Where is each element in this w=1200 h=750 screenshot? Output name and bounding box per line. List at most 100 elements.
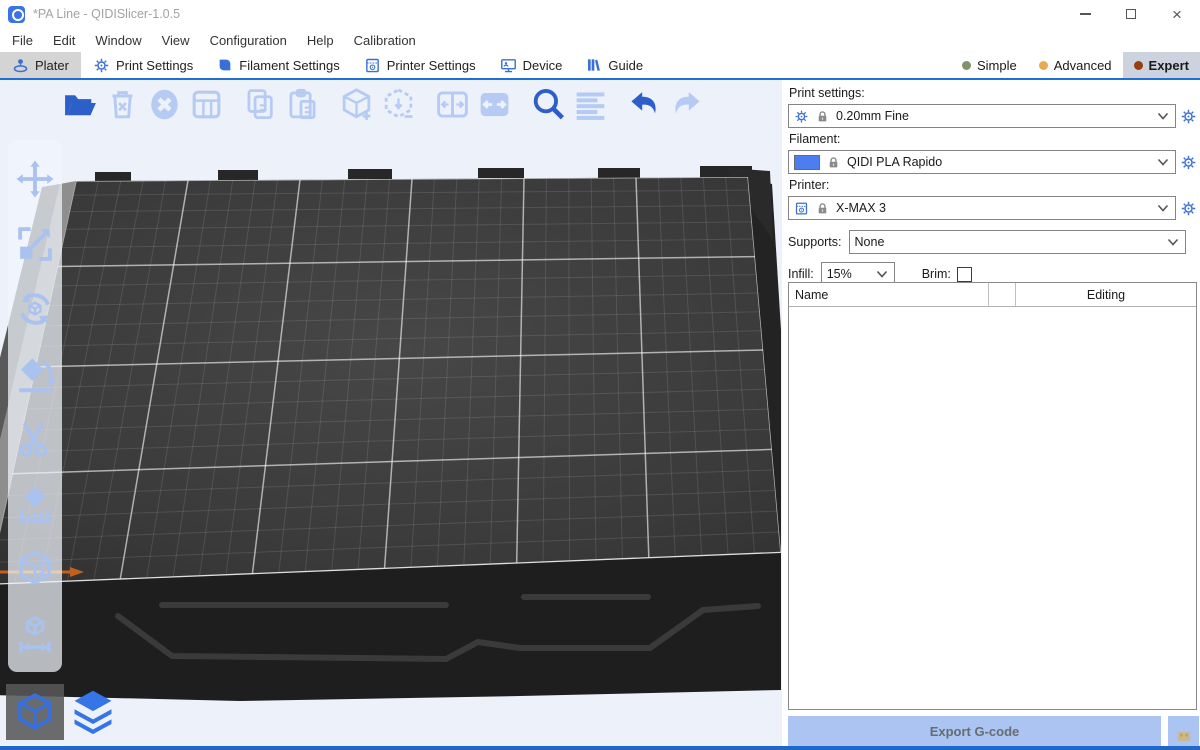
paste-icon[interactable] [284,86,321,123]
app-logo-icon [8,6,25,23]
menu-configuration[interactable]: Configuration [200,33,297,48]
main-area: Print settings: 0.20mm Fine [0,80,1200,746]
viewport-3d[interactable] [0,80,782,746]
filament-gear-button[interactable] [1176,150,1200,174]
menu-calibration[interactable]: Calibration [344,33,426,48]
print-bed-surface [0,177,781,585]
chevron-down-icon [876,269,888,279]
open-icon[interactable] [62,86,99,123]
close-button[interactable]: × [1154,0,1200,28]
delete-all-icon[interactable] [146,86,183,123]
gear-icon [93,57,110,74]
tab-filament-settings[interactable]: Filament Settings [205,52,351,78]
minimize-button[interactable] [1062,0,1108,28]
chevron-down-icon [1167,237,1179,247]
delete-icon[interactable] [104,86,141,123]
close-icon: × [1172,6,1182,23]
filament-combo[interactable]: QIDI PLA Rapido [788,150,1176,174]
lock-icon [827,156,840,169]
chevron-down-icon [1157,157,1169,167]
mode-expert[interactable]: Expert [1123,52,1200,78]
column-header-editing: Editing [1016,288,1196,302]
tab-guide[interactable]: Guide [574,52,655,78]
chevron-down-icon [1157,203,1169,213]
mode-advanced[interactable]: Advanced [1028,52,1123,78]
preview-layers-icon [70,688,116,736]
seam-icon[interactable] [14,548,56,590]
menu-window[interactable]: Window [85,33,151,48]
split-objects-icon[interactable] [434,86,471,123]
supports-icon[interactable] [14,483,56,525]
tab-plater[interactable]: Plater [0,52,81,78]
menu-bar: File Edit Window View Configuration Help… [0,28,1200,52]
print-settings-value: 0.20mm Fine [836,109,909,123]
tab-device[interactable]: Device [488,52,575,78]
settings-panel: Print settings: 0.20mm Fine [782,80,1200,746]
preview-layers-button[interactable] [64,684,122,740]
undo-icon[interactable] [626,86,663,123]
objects-list: Name Editing [788,282,1197,710]
column-header-name: Name [789,288,988,302]
move-icon[interactable] [14,158,56,200]
menu-file[interactable]: File [2,33,43,48]
print-settings-label: Print settings: [789,86,1200,101]
redo-icon[interactable] [668,86,705,123]
gizmo-toolbar [8,140,62,672]
gear-icon [1180,154,1197,171]
supports-label: Supports: [788,235,842,249]
maximize-button[interactable] [1108,0,1154,28]
tab-print-settings[interactable]: Print Settings [81,52,205,78]
window-title: *PA Line - QIDISlicer-1.0.5 [33,7,180,21]
lock-icon [816,202,829,215]
column-header-blank [988,283,1016,306]
minimize-icon [1080,13,1091,15]
copy-icon[interactable] [242,86,279,123]
scale-icon[interactable] [14,223,56,265]
print-settings-gear-button[interactable] [1176,104,1200,128]
filament-color-swatch [794,155,820,170]
brim-label: Brim: [922,267,951,281]
gear-icon [1180,200,1197,217]
export-gcode-button[interactable]: Export G-code [788,716,1161,746]
measure-icon[interactable] [14,613,56,655]
split-parts-icon[interactable] [476,86,513,123]
printer-label: Printer: [789,178,1200,193]
add-instance-icon[interactable] [338,86,375,123]
tab-bar: Plater Print Settings Filament Settings … [0,52,1200,80]
filament-value: QIDI PLA Rapido [847,155,942,169]
advanced-mode-dot-icon [1039,61,1048,70]
infill-value: 15% [827,267,852,281]
printer-value: X-MAX 3 [836,201,886,215]
objects-list-header: Name Editing [789,283,1196,307]
cut-icon[interactable] [14,418,56,460]
export-row: Export G-code [788,716,1200,746]
brim-checkbox[interactable] [957,267,972,282]
view-mode-buttons [6,684,122,740]
printer-combo[interactable]: X-MAX 3 [788,196,1176,220]
search-icon[interactable] [530,86,567,123]
supports-value: None [855,235,885,249]
remove-instance-icon[interactable] [380,86,417,123]
print-settings-combo[interactable]: 0.20mm Fine [788,104,1176,128]
chevron-down-icon [1157,111,1169,121]
menu-view[interactable]: View [152,33,200,48]
export-to-sd-button[interactable] [1168,716,1199,746]
maximize-icon [1126,9,1136,19]
mode-selector: Simple Advanced Expert [951,52,1200,78]
variable-layer-height-icon[interactable] [572,86,609,123]
lock-icon [816,110,829,123]
gear-icon [794,109,809,124]
menu-help[interactable]: Help [297,33,344,48]
menu-edit[interactable]: Edit [43,33,85,48]
supports-combo[interactable]: None [849,230,1186,254]
mode-simple[interactable]: Simple [951,52,1028,78]
arrange-icon[interactable] [188,86,225,123]
tab-printer-settings[interactable]: Printer Settings [352,52,488,78]
flatten-icon[interactable] [14,353,56,395]
expert-mode-dot-icon [1134,61,1143,70]
guide-icon [586,57,602,73]
printer-gear-button[interactable] [1176,196,1200,220]
editor-3d-view-button[interactable] [6,684,64,740]
rotate-icon[interactable] [14,288,56,330]
filament-label: Filament: [789,132,1200,147]
